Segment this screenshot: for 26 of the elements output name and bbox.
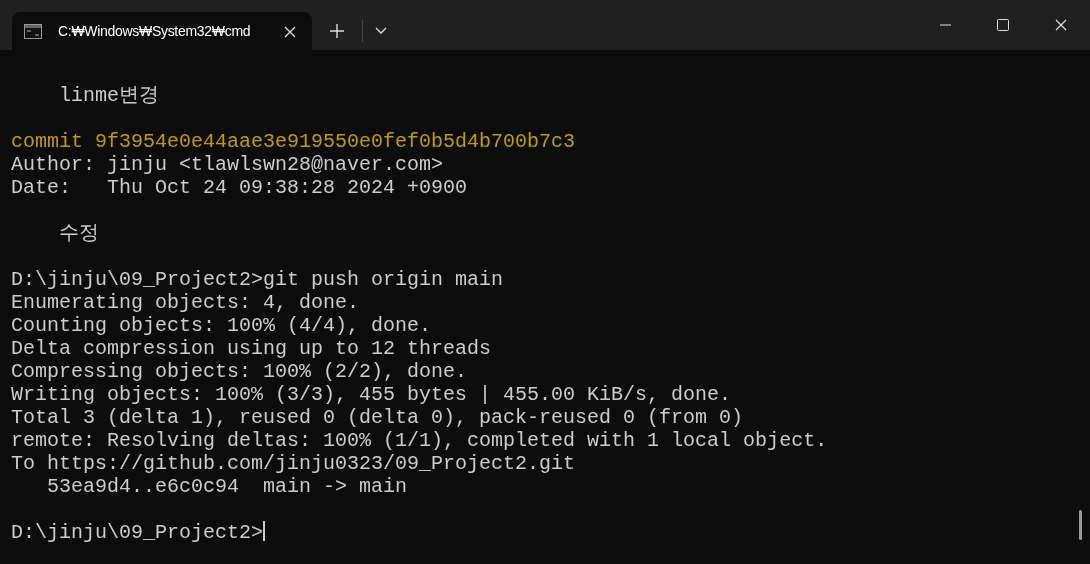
minimize-icon	[939, 24, 951, 26]
output-line: linme변경	[58, 84, 160, 107]
output-line: Date: Thu Oct 24 09:38:28 2024 +0900	[11, 176, 468, 199]
output-line: 53ea9d4..e6c0c94 main -> main	[46, 475, 408, 498]
output-line: Compressing objects: 100% (2/2), done.	[11, 360, 468, 383]
close-icon	[284, 25, 296, 38]
output-line: Writing objects: 100% (3/3), 455 bytes | 455.00 KiB/s, done.	[11, 383, 732, 406]
plus-icon	[330, 24, 344, 38]
output-line: remote: Resolving deltas: 100% (1/1), completed with 1 local object.	[11, 429, 828, 452]
output-line: D:\jinju\09_Project2>git push origin main	[11, 268, 504, 291]
output-line: 수정	[58, 222, 99, 245]
commit-hash-line: commit 9f3954e0e44aae3e919550e0fef0b5d4b700b7c3	[11, 130, 576, 153]
terminal-tab[interactable]: C:₩Windows₩System32₩cmd	[12, 12, 312, 50]
command-prompt: D:\jinju\09_Project2>	[11, 521, 264, 544]
text-cursor	[263, 521, 266, 541]
close-icon	[1055, 19, 1067, 31]
maximize-icon	[997, 19, 1009, 31]
output-line: Counting objects: 100% (4/4), done.	[11, 314, 432, 337]
output-line: Enumerating objects: 4, done.	[11, 291, 360, 314]
console-icon	[24, 23, 42, 39]
output-line: Author: jinju <tlawlswn28@naver.com>	[11, 153, 444, 176]
output-line: To https://github.com/jinju0323/09_Project2.git	[11, 452, 576, 475]
scrollbar-thumb[interactable]	[1079, 510, 1082, 540]
output-line: Delta compression using up to 12 threads	[11, 337, 492, 360]
chevron-down-icon	[375, 27, 387, 35]
output-line: Total 3 (delta 1), reused 0 (delta 0), pack-reused 0 (from 0)	[11, 406, 744, 429]
